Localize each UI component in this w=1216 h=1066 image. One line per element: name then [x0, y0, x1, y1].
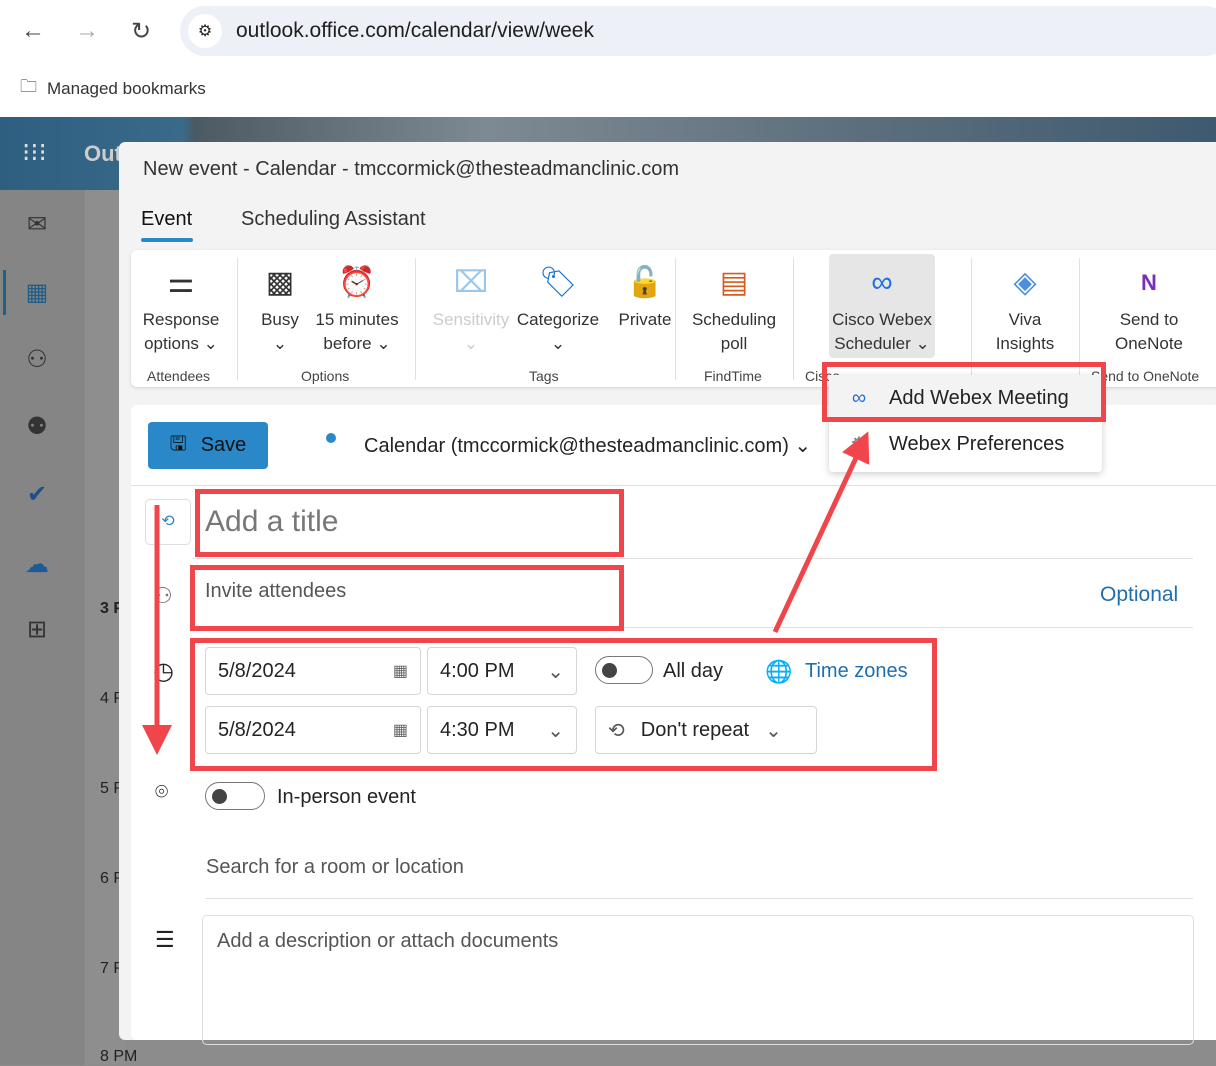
- arrow-to-webex: [772, 431, 870, 634]
- annotation-arrows: [142, 431, 870, 755]
